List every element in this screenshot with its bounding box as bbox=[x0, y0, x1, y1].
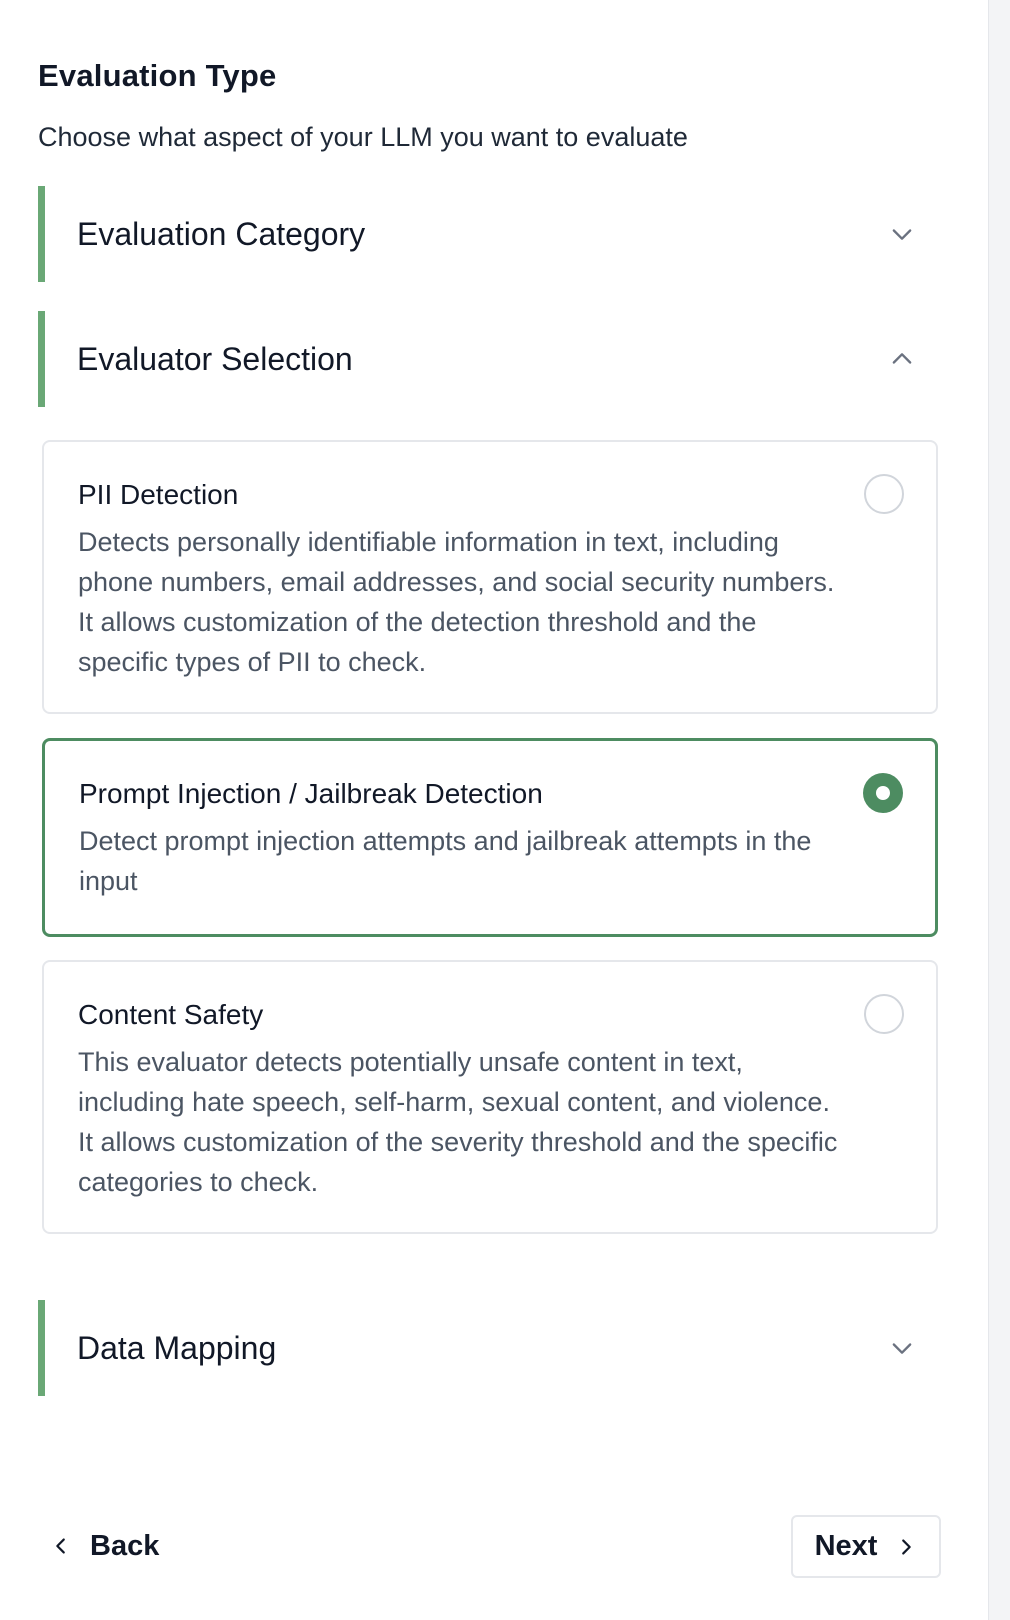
evaluator-option-pii-detection[interactable]: PII Detection Detects personally identif… bbox=[42, 440, 938, 714]
radio-button[interactable] bbox=[864, 474, 904, 514]
next-button[interactable]: Next bbox=[791, 1515, 941, 1578]
evaluator-option-content-safety[interactable]: Content Safety This evaluator detects po… bbox=[42, 960, 938, 1234]
evaluator-title: Prompt Injection / Jailbreak Detection bbox=[79, 778, 543, 809]
back-button[interactable]: Back bbox=[50, 1510, 159, 1582]
evaluator-description: This evaluator detects potentially unsaf… bbox=[78, 1047, 838, 1197]
chevron-right-icon bbox=[895, 1536, 917, 1558]
accordion-data-mapping[interactable]: Data Mapping bbox=[38, 1300, 938, 1396]
page-subtitle: Choose what aspect of your LLM you want … bbox=[38, 122, 688, 152]
accordion-evaluation-category[interactable]: Evaluation Category bbox=[38, 186, 938, 282]
evaluator-description: Detects personally identifiable informat… bbox=[78, 527, 835, 677]
evaluation-type-page: Evaluation Type Choose what aspect of yo… bbox=[0, 0, 1010, 1620]
evaluator-description: Detect prompt injection attempts and jai… bbox=[79, 826, 812, 896]
evaluator-title: PII Detection bbox=[78, 479, 239, 510]
chevron-left-icon bbox=[50, 1535, 72, 1557]
accordion-title: Data Mapping bbox=[77, 1329, 277, 1366]
page-title: Evaluation Type bbox=[38, 58, 277, 93]
chevron-down-icon bbox=[882, 214, 922, 254]
chevron-up-icon bbox=[882, 339, 922, 379]
scrollbar[interactable] bbox=[988, 0, 1010, 1620]
evaluator-title: Content Safety bbox=[78, 999, 264, 1030]
evaluator-option-prompt-injection[interactable]: Prompt Injection / Jailbreak Detection D… bbox=[42, 738, 938, 937]
accordion-title: Evaluation Category bbox=[77, 215, 366, 252]
accordion-title: Evaluator Selection bbox=[77, 340, 353, 377]
radio-button-checked[interactable] bbox=[863, 773, 903, 813]
chevron-down-icon bbox=[882, 1328, 922, 1368]
next-button-label: Next bbox=[814, 1530, 878, 1562]
radio-button[interactable] bbox=[864, 994, 904, 1034]
accordion-evaluator-selection[interactable]: Evaluator Selection bbox=[38, 311, 938, 407]
back-button-label: Back bbox=[90, 1529, 160, 1562]
